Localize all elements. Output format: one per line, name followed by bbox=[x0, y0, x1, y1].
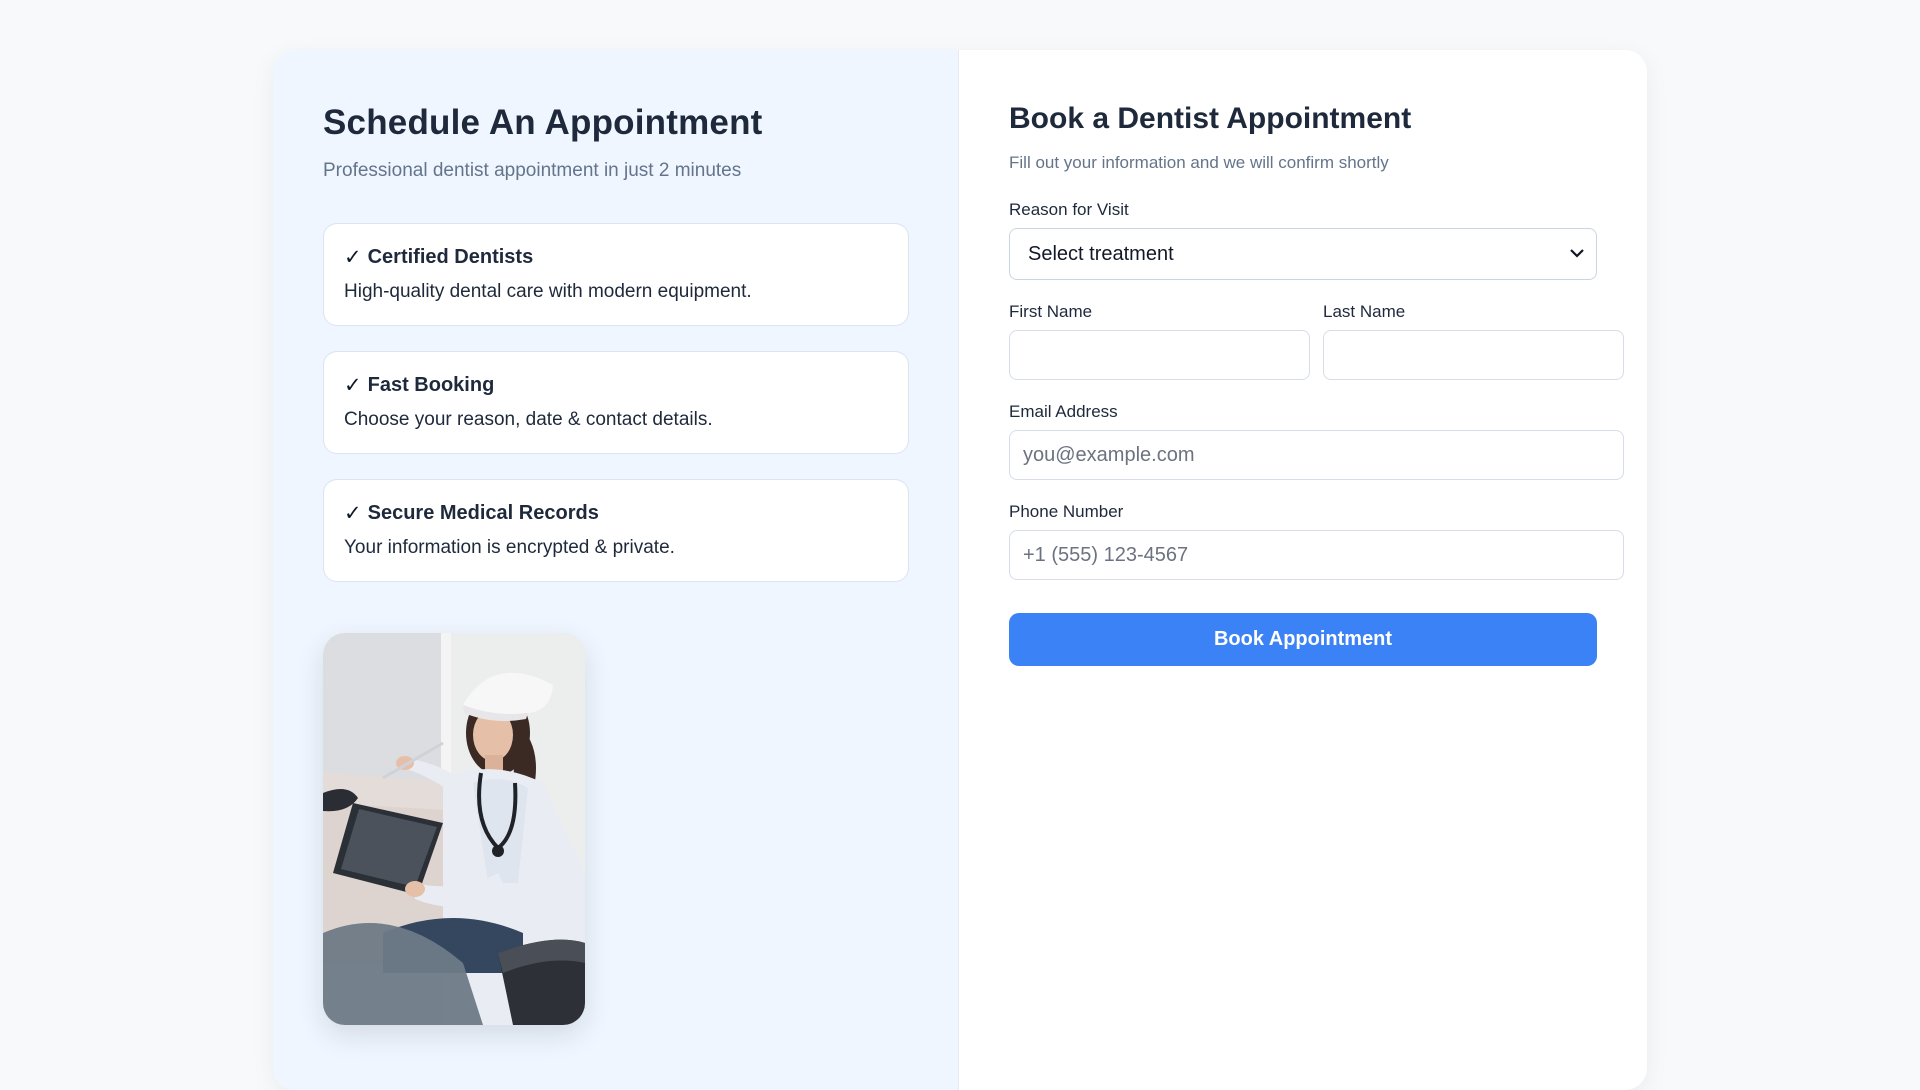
phone-label: Phone Number bbox=[1009, 502, 1124, 521]
reason-select[interactable]: Select treatment bbox=[1009, 228, 1597, 280]
reason-label: Reason for Visit bbox=[1009, 200, 1129, 219]
booking-form: Book a Dentist Appointment Fill out your… bbox=[273, 50, 1647, 1090]
first-name-input[interactable] bbox=[1009, 330, 1310, 380]
chevron-down-icon bbox=[1570, 245, 1584, 263]
book-appointment-button[interactable]: Book Appointment bbox=[1009, 613, 1597, 666]
first-name-label: First Name bbox=[1009, 302, 1093, 321]
form-title: Book a Dentist Appointment bbox=[1009, 102, 1412, 135]
last-name-label: Last Name bbox=[1323, 302, 1406, 321]
phone-field[interactable] bbox=[1009, 530, 1624, 580]
reason-selected-value: Select treatment bbox=[1028, 242, 1174, 265]
email-label: Email Address bbox=[1009, 402, 1118, 421]
last-name-input[interactable] bbox=[1323, 330, 1624, 380]
email-field[interactable] bbox=[1009, 430, 1624, 480]
form-subtitle: Fill out your information and we will co… bbox=[1009, 153, 1389, 172]
